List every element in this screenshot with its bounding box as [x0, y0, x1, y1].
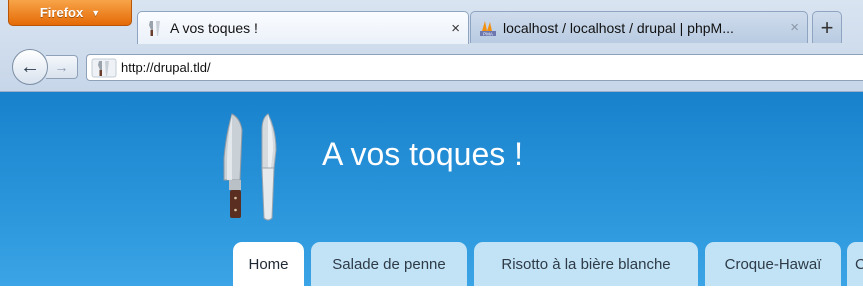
- arrow-left-icon: ←: [20, 55, 40, 78]
- close-icon[interactable]: ×: [790, 19, 799, 36]
- chevron-down-icon: ▼: [91, 7, 101, 18]
- menu-item-risotto[interactable]: Risotto à la bière blanche: [474, 242, 698, 286]
- arrow-right-icon: →: [54, 59, 69, 75]
- menu-item-salade-de-penne[interactable]: Salade de penne: [311, 242, 467, 286]
- phpmyadmin-favicon-icon: PMA: [480, 20, 496, 36]
- close-icon[interactable]: ×: [451, 20, 460, 37]
- tab-strip: A vos toques ! × PMA localhost / localho…: [137, 11, 863, 44]
- web-page: A vos toques ! Home Salade de penne Riso…: [0, 92, 863, 306]
- new-tab-button[interactable]: +: [812, 11, 842, 43]
- back-button[interactable]: ←: [12, 49, 48, 85]
- url-text: http://drupal.tld/: [121, 60, 211, 75]
- svg-text:PMA: PMA: [483, 31, 493, 36]
- menu-item-home[interactable]: Home: [233, 242, 304, 286]
- tab-phpmyadmin[interactable]: PMA localhost / localhost / drupal | php…: [470, 11, 808, 43]
- menu-item-croque-hawai[interactable]: Croque-Hawaï: [705, 242, 841, 286]
- site-name[interactable]: A vos toques !: [322, 136, 523, 173]
- knives-favicon-icon: [149, 21, 160, 36]
- tab-title: A vos toques !: [170, 20, 258, 36]
- site-header: A vos toques ! Home Salade de penne Riso…: [0, 92, 863, 286]
- address-bar[interactable]: http://drupal.tld/: [86, 54, 863, 81]
- knives-logo-icon[interactable]: [218, 110, 290, 222]
- primary-menu: Home Salade de penne Risotto à la bière …: [0, 242, 863, 286]
- menu-item-more[interactable]: C: [847, 242, 863, 286]
- tab-a-vos-toques[interactable]: A vos toques ! ×: [137, 11, 469, 44]
- tab-title: localhost / localhost / drupal | phpM...: [503, 19, 734, 36]
- browser-chrome: Firefox ▼ A vos toques ! × PMA localhost…: [0, 0, 863, 92]
- firefox-menu-button[interactable]: Firefox ▼: [8, 0, 132, 26]
- page-content: [0, 286, 863, 306]
- navigation-toolbar: ← → http://drupal.tld/: [0, 43, 863, 91]
- forward-button[interactable]: →: [46, 55, 78, 79]
- knives-favicon-icon: [91, 58, 117, 77]
- firefox-menu-label: Firefox: [39, 5, 84, 20]
